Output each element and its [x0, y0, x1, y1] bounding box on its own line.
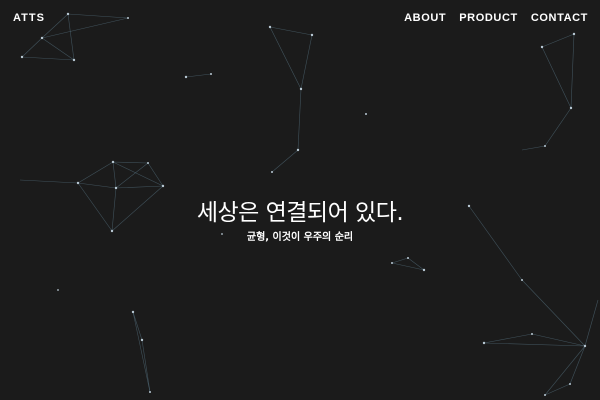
- hero-section: 세상은 연결되어 있다. 균형, 이것이 우주의 순리: [0, 196, 600, 246]
- page: ATTS ABOUT PRODUCT CONTACT 세상은 연결되어 있다. …: [0, 0, 600, 400]
- main-nav: ABOUT PRODUCT CONTACT: [404, 12, 588, 24]
- nav-link-contact[interactable]: CONTACT: [531, 12, 588, 24]
- hero-subheadline: 균형, 이것이 우주의 순리: [246, 232, 354, 243]
- hero-headline: 세상은 연결되어 있다.: [196, 200, 404, 226]
- logo-link[interactable]: ATTS: [13, 12, 45, 24]
- nav-link-product[interactable]: PRODUCT: [459, 12, 518, 24]
- nav-link-about[interactable]: ABOUT: [404, 12, 446, 24]
